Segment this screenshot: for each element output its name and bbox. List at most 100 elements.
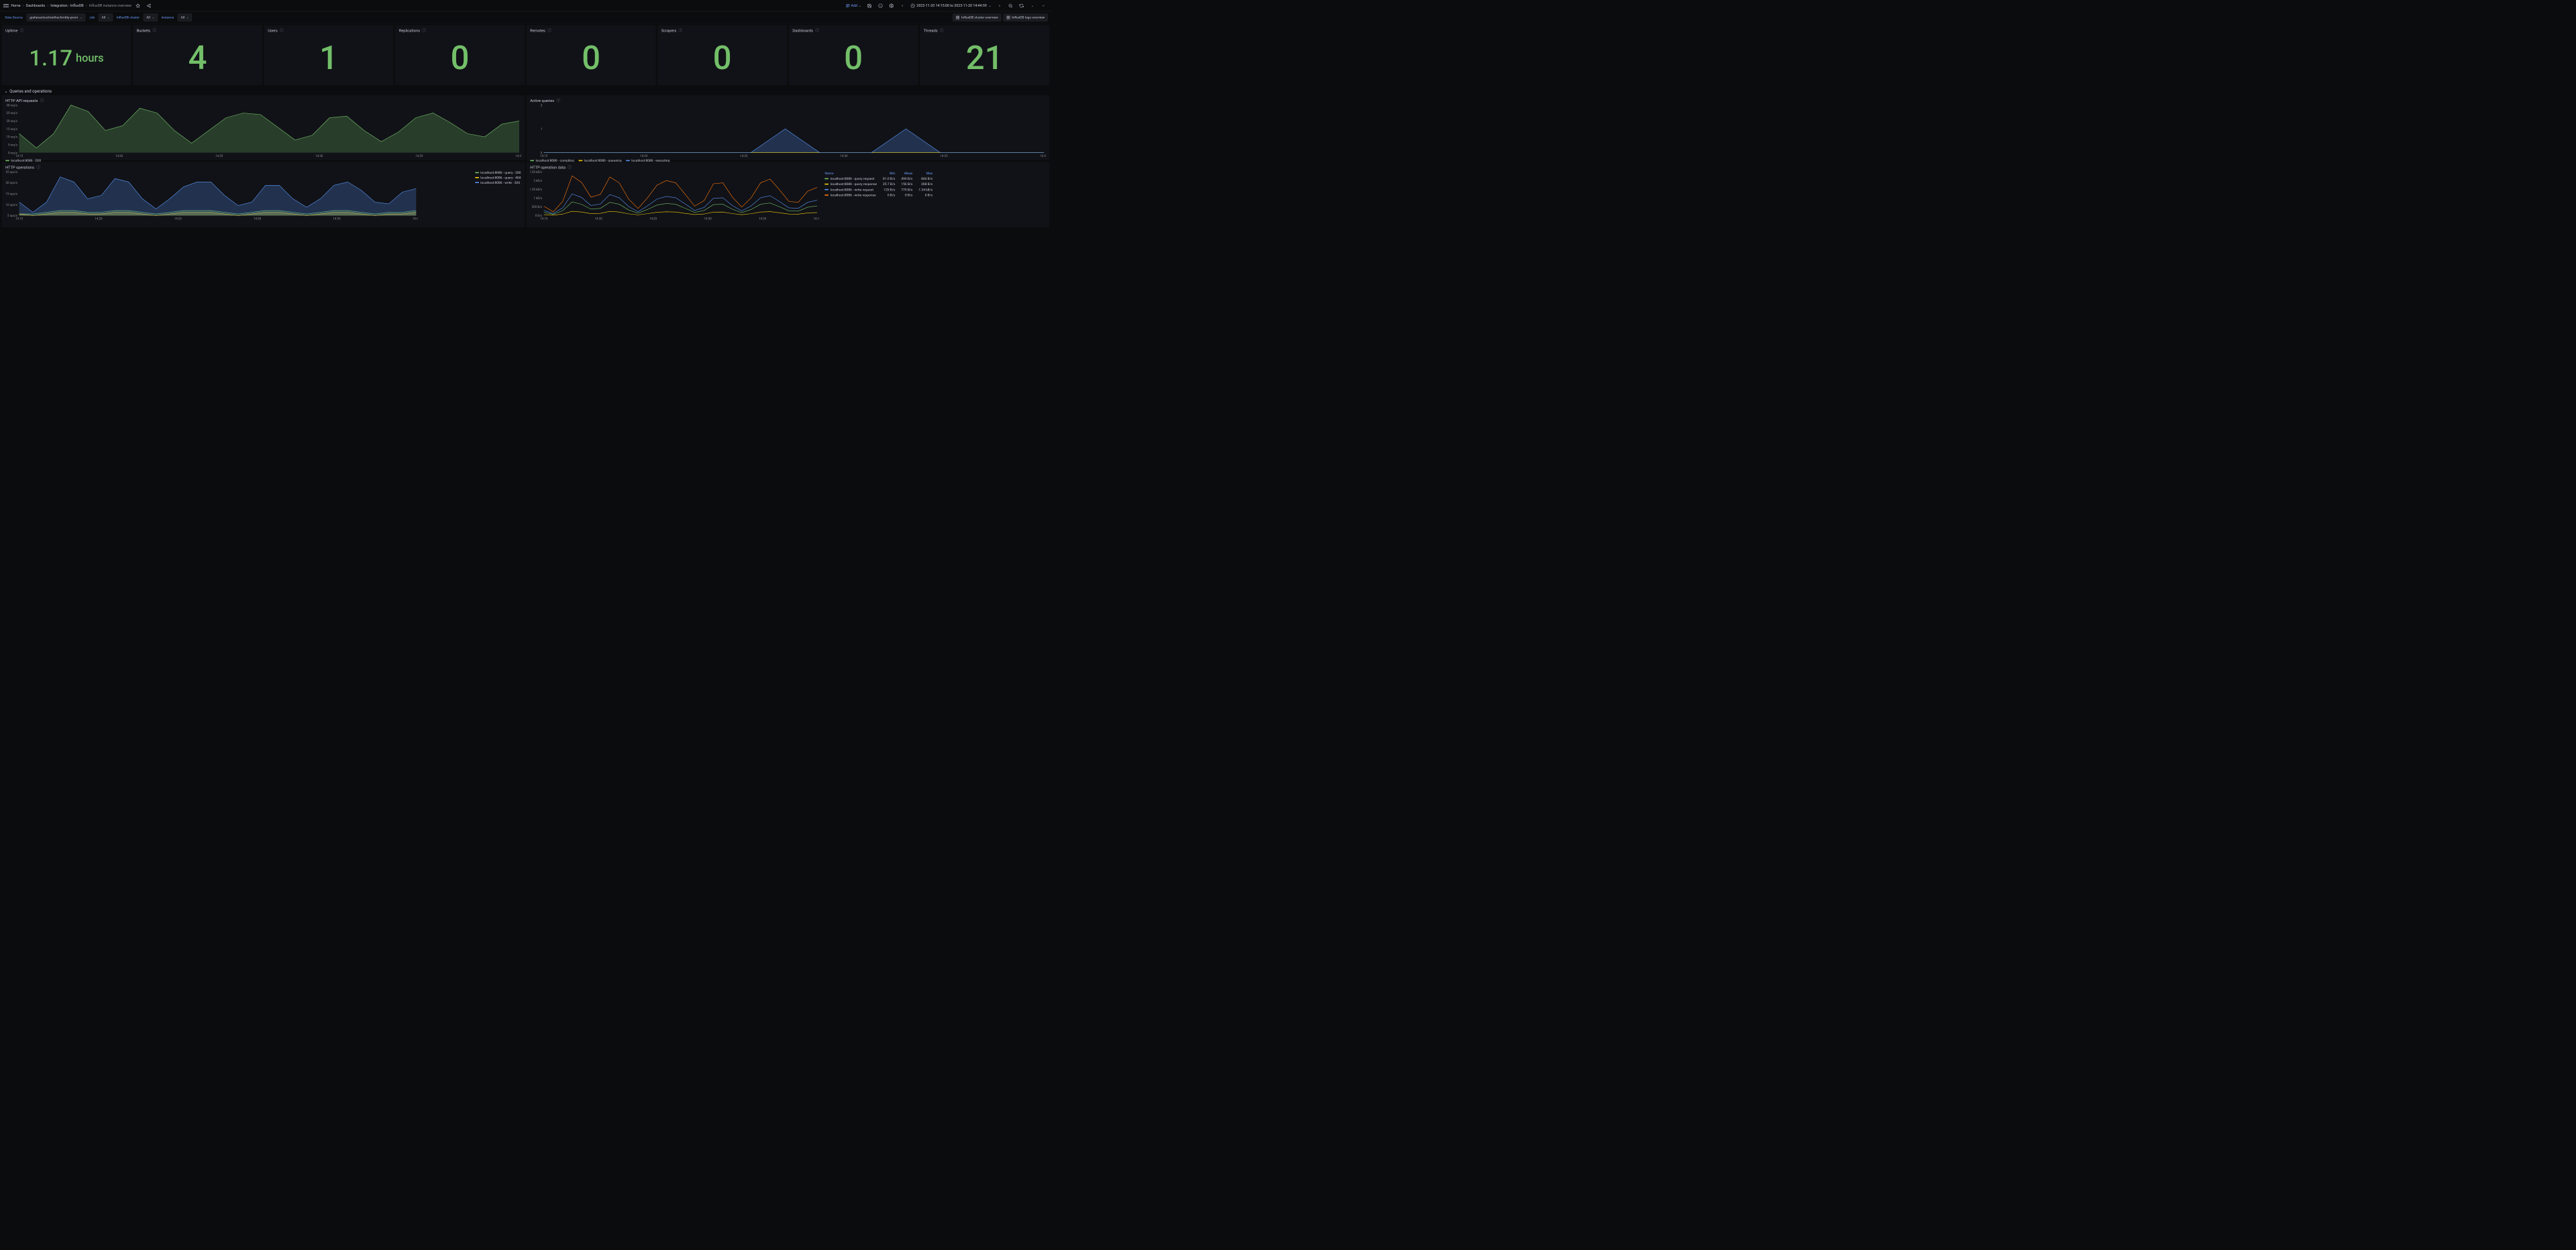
svg-text:14:20: 14:20 bbox=[95, 217, 103, 221]
panel-http-api[interactable]: HTTP API requests ⓘ 0 req/s5 req/s10 req… bbox=[1, 95, 525, 160]
info-icon[interactable]: ⓘ bbox=[422, 28, 426, 34]
svg-text:14:30: 14:30 bbox=[315, 154, 323, 158]
stat-panel[interactable]: Bucketsⓘ 4 bbox=[133, 25, 262, 86]
svg-text:14:40: 14:40 bbox=[515, 154, 521, 158]
svg-text:14:35: 14:35 bbox=[759, 217, 767, 221]
var-instance-label: Instance bbox=[160, 15, 176, 19]
info-icon[interactable]: ⓘ bbox=[20, 28, 24, 34]
row-title: Queries and operations bbox=[9, 89, 52, 93]
collapse-icon[interactable] bbox=[1039, 1, 1048, 10]
info-icon[interactable]: ⓘ bbox=[40, 98, 44, 103]
var-instance-select[interactable]: All⌄ bbox=[178, 13, 192, 21]
info-icon[interactable]: ⓘ bbox=[556, 98, 560, 103]
table-row[interactable]: localhost:8086 - write response0 B/s0 B/… bbox=[822, 192, 935, 197]
info-icon[interactable]: ⓘ bbox=[547, 28, 551, 34]
svg-text:14:20: 14:20 bbox=[115, 154, 123, 158]
stat-value: 0 bbox=[713, 42, 732, 74]
legend-item[interactable]: localhost:8086 - query - 404 bbox=[475, 176, 521, 180]
chevron-down-icon: ⌄ bbox=[186, 15, 189, 19]
stat-panel[interactable]: Dashboardsⓘ 0 bbox=[789, 25, 918, 86]
dashboard-body: Uptimeⓘ 1.17hoursBucketsⓘ 4Usersⓘ 1Repli… bbox=[0, 23, 1051, 229]
stat-panel[interactable]: Replicationsⓘ 0 bbox=[395, 25, 525, 86]
var-cluster-select[interactable]: All⌄ bbox=[144, 13, 158, 21]
save-icon[interactable] bbox=[865, 1, 874, 10]
prev-icon[interactable] bbox=[898, 1, 907, 10]
link-cluster-overview[interactable]: InfluxDB cluster overview bbox=[953, 13, 1001, 21]
info-icon[interactable]: ⓘ bbox=[568, 165, 572, 170]
star-icon[interactable] bbox=[133, 1, 142, 10]
table-row[interactable]: localhost:8086 - query request81.0 B/s49… bbox=[822, 176, 935, 181]
panel-title: Dashboards bbox=[792, 28, 813, 33]
panel-http-op-data[interactable]: HTTP operation data ⓘ 0 B/s500 B/s1 kB/s… bbox=[527, 162, 1050, 227]
legend-item[interactable]: localhost:8086 - write - 204 bbox=[475, 180, 521, 184]
stat-panel[interactable]: Threadsⓘ 21 bbox=[920, 25, 1049, 86]
svg-text:15 ops/s: 15 ops/s bbox=[5, 192, 17, 196]
info-icon[interactable]: ⓘ bbox=[280, 28, 284, 34]
gear-icon[interactable] bbox=[887, 1, 896, 10]
svg-text:14:15: 14:15 bbox=[540, 154, 548, 158]
stats-row: Uptimeⓘ 1.17hoursBucketsⓘ 4Usersⓘ 1Repli… bbox=[1, 25, 1049, 86]
refresh-icon[interactable] bbox=[1017, 1, 1026, 10]
info-icon[interactable]: ⓘ bbox=[940, 28, 944, 34]
info-icon[interactable] bbox=[876, 1, 885, 10]
stat-panel[interactable]: Remotesⓘ 0 bbox=[527, 25, 656, 86]
stat-panel[interactable]: Scrapersⓘ 0 bbox=[657, 25, 787, 86]
clock-icon bbox=[910, 3, 915, 8]
breadcrumb-current: InfluxDB instance overview bbox=[89, 3, 131, 7]
info-icon[interactable]: ⓘ bbox=[152, 28, 156, 34]
link-logs-overview[interactable]: InfluxDB logs overview bbox=[1004, 13, 1048, 21]
info-icon[interactable]: ⓘ bbox=[36, 165, 40, 170]
panel-title: Scrapers bbox=[661, 28, 676, 33]
svg-text:20 ops/s: 20 ops/s bbox=[5, 181, 17, 185]
var-data-source-select[interactable]: grafanacloud-keithschmitty-prom⌄ bbox=[27, 13, 86, 21]
table-row[interactable]: localhost:8086 - write request129 B/s779… bbox=[822, 187, 935, 192]
svg-text:14:35: 14:35 bbox=[333, 217, 341, 221]
var-job-label: Job bbox=[88, 15, 97, 19]
refresh-interval-icon[interactable]: ⌄ bbox=[1028, 1, 1036, 10]
svg-text:2: 2 bbox=[541, 103, 543, 107]
svg-text:14:40: 14:40 bbox=[813, 217, 818, 221]
topbar: Home › Dashboards › Integration - Influx… bbox=[0, 0, 1051, 11]
panel-title: Buckets bbox=[137, 28, 150, 33]
time-range-picker[interactable]: 2023-11-20 14:15:00 to 2023-11-20 14:44:… bbox=[909, 3, 993, 8]
add-button[interactable]: Add ⌄ bbox=[845, 3, 863, 7]
stat-value: 1.17 bbox=[29, 47, 72, 69]
chevron-down-icon: ⌄ bbox=[5, 89, 8, 93]
breadcrumb-folder[interactable]: Integration - InfluxDB bbox=[50, 3, 83, 7]
stat-panel[interactable]: Usersⓘ 1 bbox=[264, 25, 394, 86]
breadcrumb: Home › Dashboards › Integration - Influx… bbox=[11, 1, 842, 10]
panel-title: Remotes bbox=[530, 28, 545, 33]
chart-http-api[interactable]: 0 req/s5 req/s10 req/s15 req/s20 req/s25… bbox=[5, 103, 521, 158]
add-label: Add bbox=[851, 3, 857, 7]
legend-item[interactable]: localhost:8086 - query - 200 bbox=[475, 171, 521, 175]
panel-active-queries[interactable]: Active queries ⓘ 01214:1514:2014:2514:30… bbox=[527, 95, 1050, 160]
svg-text:14:35: 14:35 bbox=[415, 154, 423, 158]
chart-http-ops[interactable]: 5 ops/s10 ops/s15 ops/s20 ops/s25 ops/s1… bbox=[5, 170, 418, 221]
chevron-down-icon: ⌄ bbox=[107, 15, 109, 19]
svg-text:14:15: 14:15 bbox=[15, 217, 23, 221]
var-job-select[interactable]: All⌄ bbox=[99, 13, 113, 21]
info-icon[interactable]: ⓘ bbox=[679, 28, 683, 34]
panel-title: Threads bbox=[924, 28, 938, 33]
dashboard-icon bbox=[956, 15, 960, 19]
svg-text:10 ops/s: 10 ops/s bbox=[5, 203, 17, 207]
variable-bar: Data Source grafanacloud-keithschmitty-p… bbox=[0, 11, 1051, 23]
next-icon[interactable] bbox=[995, 1, 1004, 10]
panel-http-ops[interactable]: HTTP operations ⓘ 5 ops/s10 ops/s15 ops/… bbox=[1, 162, 525, 227]
menu-icon[interactable] bbox=[3, 3, 9, 8]
dashboard-icon bbox=[1006, 15, 1010, 19]
stat-panel[interactable]: Uptimeⓘ 1.17hours bbox=[1, 25, 131, 86]
legend-table: NameMinMeanMaxlocalhost:8086 - query req… bbox=[822, 170, 936, 198]
panel-title: Active queries bbox=[530, 99, 554, 103]
info-icon[interactable]: ⓘ bbox=[815, 28, 819, 34]
breadcrumb-dashboards[interactable]: Dashboards bbox=[26, 3, 45, 7]
row-header[interactable]: ⌄ Queries and operations bbox=[1, 85, 1049, 95]
chart-active-queries[interactable]: 01214:1514:2014:2514:3014:3514:40 bbox=[530, 103, 1045, 158]
svg-text:14:25: 14:25 bbox=[740, 154, 748, 158]
legend: localhost:8086 - query - 200localhost:80… bbox=[475, 171, 521, 186]
breadcrumb-home[interactable]: Home bbox=[11, 3, 20, 7]
share-icon[interactable] bbox=[145, 1, 154, 10]
chart-http-op-data[interactable]: 0 B/s500 B/s1 kB/s1.50 kB/s2 kB/s2.50 kB… bbox=[530, 170, 818, 221]
table-row[interactable]: localhost:8086 - query response25.7 B/s1… bbox=[822, 182, 935, 186]
zoom-out-icon[interactable] bbox=[1006, 1, 1015, 10]
